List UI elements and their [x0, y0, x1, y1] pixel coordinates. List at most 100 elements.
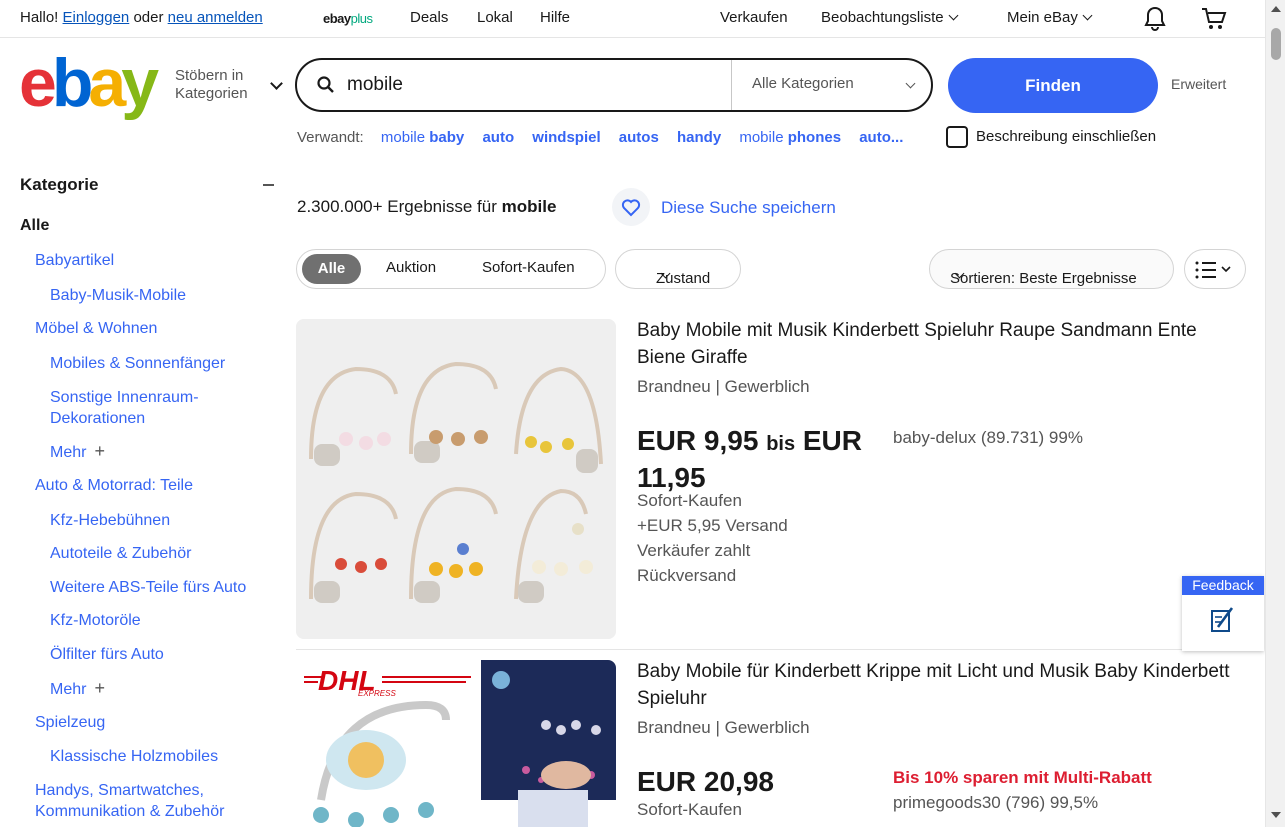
include-description-checkbox[interactable] — [946, 126, 968, 148]
ebay-plus-link[interactable]: ebayplus — [323, 11, 373, 26]
view-toggle[interactable] — [1184, 249, 1246, 289]
filter-auction[interactable]: Auktion — [386, 259, 436, 276]
related-link-auto-more[interactable]: auto... — [859, 129, 903, 146]
item-title-link[interactable]: Baby Mobile mit Musik Kinderbett Spieluh… — [637, 317, 1237, 371]
item-title-link[interactable]: Baby Mobile für Kinderbett Krippe mit Li… — [637, 658, 1237, 712]
greeting-label: Hallo! — [20, 9, 59, 26]
ebay-plus-ebay: ebay — [323, 11, 351, 26]
help-link[interactable]: Hilfe — [540, 9, 570, 26]
sidebar-item-autoteile[interactable]: Autoteile & Zubehör — [50, 543, 191, 564]
sidebar-item-label: Kommunikation & Zubehör — [35, 803, 225, 820]
sidebar-more-label: Mehr — [50, 681, 87, 698]
result-count-text: 2.300.000+ Ergebnisse für — [297, 197, 502, 216]
sidebar-item-all[interactable]: Alle — [20, 215, 49, 236]
page-scrollbar[interactable] — [1265, 0, 1285, 827]
sidebar-item-spielzeug[interactable]: Spielzeug — [35, 712, 105, 733]
browse-categories-button[interactable]: Stöbern in Kategorien — [175, 67, 248, 103]
item-condition: Brandneu | Gewerblich — [637, 377, 810, 396]
collapse-icon[interactable] — [263, 184, 274, 186]
plus-icon: + — [94, 678, 105, 698]
feedback-label: Feedback — [1182, 576, 1264, 595]
sort-label: Sortieren: Beste Ergebnisse — [950, 270, 1137, 287]
related-link-mobile-phones[interactable]: mobile phones — [739, 129, 841, 146]
sidebar-more-label: Mehr — [50, 444, 87, 461]
sidebar-item-holzmobiles[interactable]: Klassische Holzmobiles — [50, 746, 218, 767]
search-icon — [317, 76, 334, 93]
related-link-bold: phones — [787, 129, 842, 146]
sidebar-item-abs-teile[interactable]: Weitere ABS-Teile fürs Auto — [50, 577, 246, 598]
greeting-text: Hallo! Einloggen oder neu anmelden — [20, 9, 263, 26]
item-buy-format: Sofort-Kaufen — [637, 491, 742, 510]
sidebar-item-auto-motorrad[interactable]: Auto & Motorrad: Teile — [35, 475, 193, 496]
related-label: Verwandt: — [297, 129, 364, 146]
browse-line1: Stöbern in — [175, 67, 244, 84]
sidebar-item-mobiles-sonnenfaenger[interactable]: Mobiles & Sonnenfänger — [50, 353, 225, 374]
my-ebay-menu[interactable]: Mein eBay — [1007, 9, 1093, 26]
item-price: EUR 9,95 bis EUR 11,95 — [637, 424, 887, 494]
item-returns-line1: Verkäufer zahlt — [637, 541, 751, 560]
seller-info: baby-delux (89.731) 99% — [893, 428, 1083, 447]
watchlist-label: Beobachtungsliste — [821, 9, 944, 26]
item-image[interactable]: DHL EXPRESS — [296, 660, 616, 827]
find-button[interactable]: Finden — [948, 58, 1158, 113]
item-divider — [296, 649, 1246, 650]
sidebar-item-innenraum-deko[interactable]: Sonstige Innenraum- Dekorationen — [50, 387, 199, 429]
result-count: 2.300.000+ Ergebnisse für mobile — [297, 197, 556, 217]
item-condition: Brandneu | Gewerblich — [637, 718, 810, 737]
sort-dropdown[interactable]: Sortieren: Beste Ergebnisse — [929, 249, 1174, 289]
search-input[interactable] — [347, 72, 717, 98]
sidebar-item-moebel-wohnen[interactable]: Möbel & Wohnen — [35, 318, 157, 339]
sidebar-item-oelfilter[interactable]: Ölfilter fürs Auto — [50, 644, 164, 665]
sidebar-item-baby-musik-mobile[interactable]: Baby-Musik-Mobile — [50, 285, 186, 306]
sidebar-item-babyartikel[interactable]: Babyartikel — [35, 250, 114, 271]
related-link-auto[interactable]: auto — [482, 129, 514, 146]
condition-filter[interactable]: Zustand — [615, 249, 741, 289]
scroll-down-arrow-icon[interactable] — [1271, 812, 1281, 818]
multi-discount-promo: Bis 10% sparen mit Multi-Rabatt — [893, 768, 1152, 787]
watchlist-menu[interactable]: Beobachtungsliste — [821, 9, 959, 26]
related-link-mobile-baby[interactable]: mobile baby — [381, 129, 464, 146]
include-description-label[interactable]: Beschreibung einschließen — [976, 128, 1156, 145]
related-link-handy[interactable]: handy — [677, 129, 721, 146]
related-link-text: mobile — [739, 129, 788, 146]
filter-buy-now[interactable]: Sofort-Kaufen — [482, 259, 575, 276]
search-bar: Alle Kategorien — [295, 58, 933, 112]
bell-icon[interactable] — [1143, 6, 1167, 36]
sidebar-item-kfz-hebebuehnen[interactable]: Kfz-Hebebühnen — [50, 510, 170, 531]
login-link[interactable]: Einloggen — [63, 9, 130, 26]
heart-icon — [621, 199, 641, 217]
related-link-windspiel[interactable]: windspiel — [532, 129, 600, 146]
scroll-up-arrow-icon[interactable] — [1271, 6, 1281, 12]
item-image[interactable] — [296, 319, 616, 639]
chevron-down-icon — [948, 10, 959, 21]
ebay-logo[interactable]: ebay — [19, 49, 159, 117]
filter-all[interactable]: Alle — [302, 254, 361, 284]
sidebar-item-kfz-motoroele[interactable]: Kfz-Motoröle — [50, 610, 141, 631]
sidebar-more-auto[interactable]: Mehr + — [50, 678, 105, 700]
save-search-link[interactable]: Diese Suche speichern — [661, 198, 836, 218]
cart-icon[interactable] — [1201, 7, 1227, 35]
category-select[interactable]: Alle Kategorien — [752, 75, 854, 92]
related-link-bold: baby — [429, 129, 465, 146]
baby-mobile-product-image — [296, 319, 616, 639]
price-bis: bis — [766, 433, 796, 455]
register-link[interactable]: neu anmelden — [168, 9, 263, 26]
scrollbar-thumb[interactable] — [1271, 28, 1281, 60]
chevron-down-icon[interactable] — [270, 77, 283, 90]
advanced-search-link[interactable]: Erweitert — [1171, 76, 1226, 92]
related-link-autos[interactable]: autos — [619, 129, 659, 146]
ebay-plus-plus: plus — [350, 11, 373, 26]
dhl-express-label: EXPRESS — [358, 689, 396, 698]
sidebar-more-moebel[interactable]: Mehr + — [50, 441, 105, 463]
feedback-widget[interactable]: Feedback — [1182, 576, 1264, 651]
related-link-text: mobile — [380, 129, 430, 146]
or-label: oder — [133, 9, 164, 26]
local-link[interactable]: Lokal — [477, 9, 513, 26]
save-search-button[interactable] — [612, 188, 650, 226]
deals-link[interactable]: Deals — [410, 9, 448, 26]
category-heading: Kategorie — [20, 175, 99, 194]
sell-link[interactable]: Verkaufen — [720, 9, 788, 26]
item-buy-format: Sofort-Kaufen — [637, 800, 742, 819]
chevron-down-icon[interactable] — [905, 78, 916, 89]
sidebar-item-handys[interactable]: Handys, Smartwatches, Kommunikation & Zu… — [35, 780, 224, 822]
